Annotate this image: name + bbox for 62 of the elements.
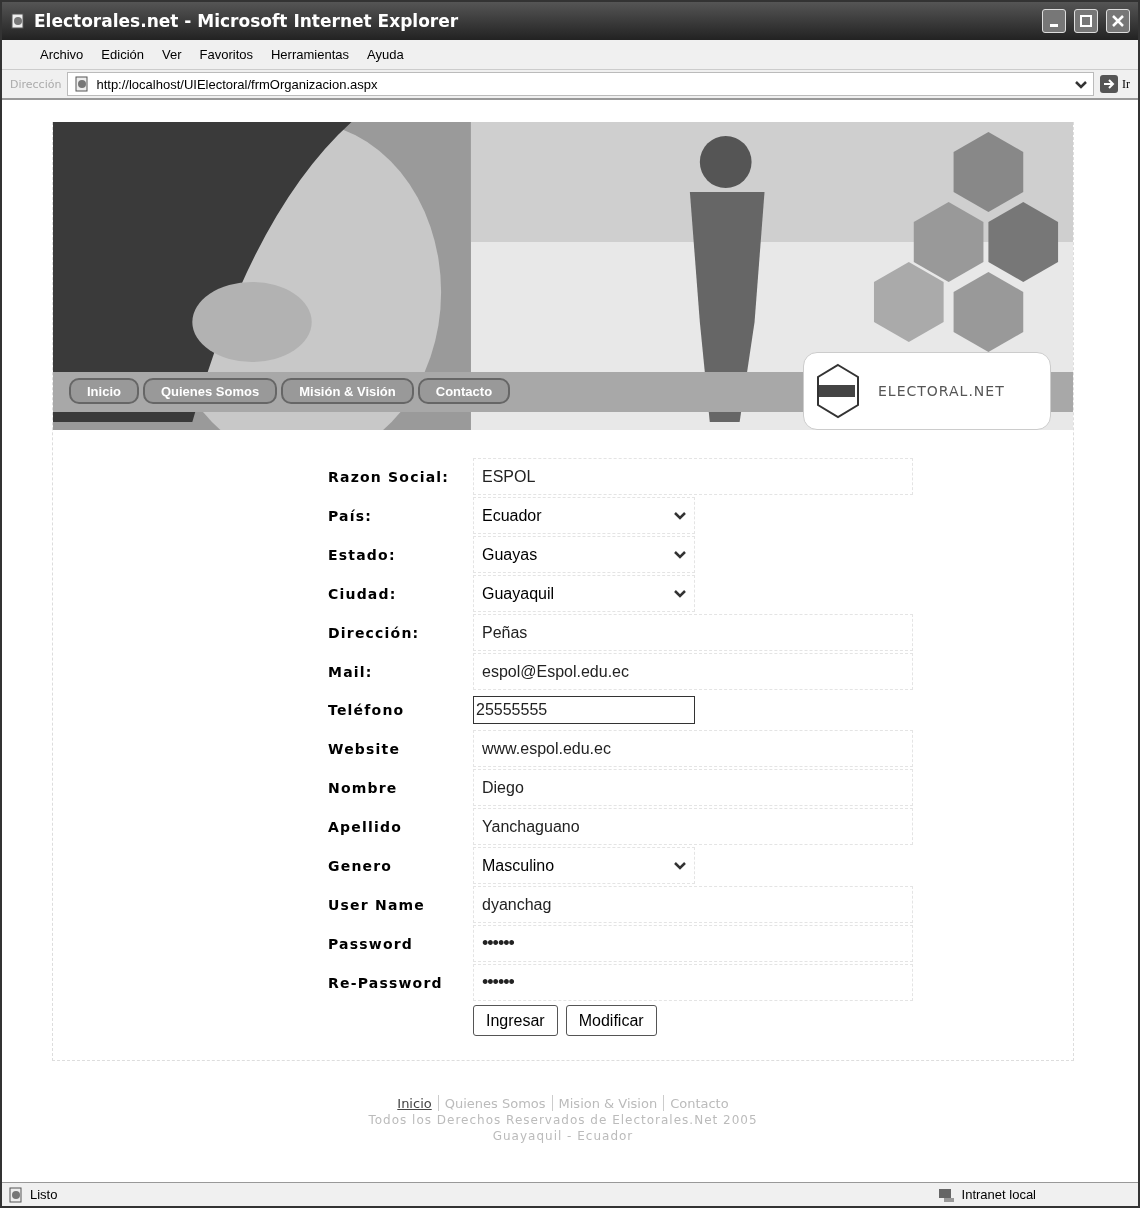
- maximize-button[interactable]: [1074, 9, 1098, 33]
- location-text: Guayaquil - Ecuador: [492, 1129, 634, 1143]
- copyright-text: Todos los Derechos Reservados de Electorales.Net 2005: [368, 1113, 758, 1127]
- close-button[interactable]: [1106, 9, 1130, 33]
- field-label: Dirección:: [328, 624, 421, 641]
- password-field[interactable]: ••••••: [473, 964, 913, 1001]
- field-label: Teléfono: [328, 702, 406, 718]
- chevron-down-icon: [674, 861, 686, 870]
- field-label: Mail:: [328, 663, 374, 680]
- menu-item[interactable]: Edición: [101, 47, 144, 62]
- chevron-down-icon: [1075, 79, 1087, 89]
- page-icon: [8, 1186, 24, 1203]
- menu-item[interactable]: Favoritos: [199, 47, 253, 62]
- input-field[interactable]: dyanchag: [473, 886, 913, 923]
- minimize-icon: [1050, 23, 1058, 27]
- field-label: País:: [328, 507, 374, 524]
- field-label: Nombre: [328, 779, 399, 796]
- status-text: Listo: [30, 1187, 58, 1202]
- field-label: Ciudad:: [328, 585, 398, 602]
- url-text: http://localhost/UIElectoral/frmOrganizacion.aspx: [96, 76, 379, 92]
- field-label: Password: [328, 935, 415, 952]
- address-field[interactable]: http://localhost/UIElectoral/frmOrganizacion.aspx: [67, 72, 1094, 96]
- menu-item[interactable]: Ayuda: [367, 47, 404, 62]
- input-field[interactable]: ESPOL: [473, 458, 913, 495]
- form-button[interactable]: Ingresar: [473, 1005, 558, 1036]
- chevron-down-icon: [674, 589, 686, 598]
- input-field[interactable]: Peñas: [473, 614, 913, 651]
- field-label: Estado:: [328, 546, 397, 563]
- field-label: Re-Password: [328, 974, 444, 991]
- menu-item[interactable]: Archivo: [40, 47, 84, 62]
- input-field[interactable]: www.espol.edu.ec: [473, 730, 913, 767]
- input-field[interactable]: Yanchaguano: [473, 808, 913, 845]
- form-button[interactable]: Modificar: [565, 1005, 657, 1036]
- close-icon: [1112, 15, 1124, 27]
- logo-text: ELECTORAL.NET: [878, 383, 1005, 399]
- chevron-down-icon: [674, 550, 686, 559]
- field-label: User Name: [328, 896, 427, 913]
- chevron-down-icon: [674, 511, 686, 520]
- dropdown[interactable]: Guayas: [473, 536, 695, 573]
- field-label: Website: [328, 740, 402, 757]
- hexagon-icon: [816, 363, 860, 419]
- field-label: Genero: [328, 857, 394, 874]
- dropdown[interactable]: Guayaquil: [473, 575, 695, 612]
- dropdown[interactable]: Ecuador: [473, 497, 695, 534]
- field-label: Apellido: [328, 818, 403, 835]
- input-field[interactable]: Diego: [473, 769, 913, 806]
- footer-link[interactable]: Inicio: [397, 1095, 432, 1111]
- browser-icon: [10, 13, 26, 29]
- window-title: Electorales.net - Microsoft Internet Explorer: [34, 11, 460, 31]
- address-label: Dirección: [10, 77, 62, 91]
- dropdown[interactable]: Masculino: [473, 847, 695, 884]
- zone-text: Intranet local: [961, 1187, 1036, 1202]
- field-label: Razon Social:: [328, 468, 451, 485]
- menu-item[interactable]: Ver: [162, 47, 182, 62]
- network-icon: [937, 1186, 956, 1203]
- maximize-icon: [1080, 15, 1092, 27]
- minimize-button[interactable]: [1042, 9, 1066, 33]
- input-field[interactable]: 25555555: [473, 696, 695, 724]
- page-icon: [74, 76, 91, 92]
- password-field[interactable]: ••••••: [473, 925, 913, 962]
- input-field[interactable]: espol@Espol.edu.ec: [473, 653, 913, 690]
- menu-item[interactable]: Herramientas: [271, 47, 349, 62]
